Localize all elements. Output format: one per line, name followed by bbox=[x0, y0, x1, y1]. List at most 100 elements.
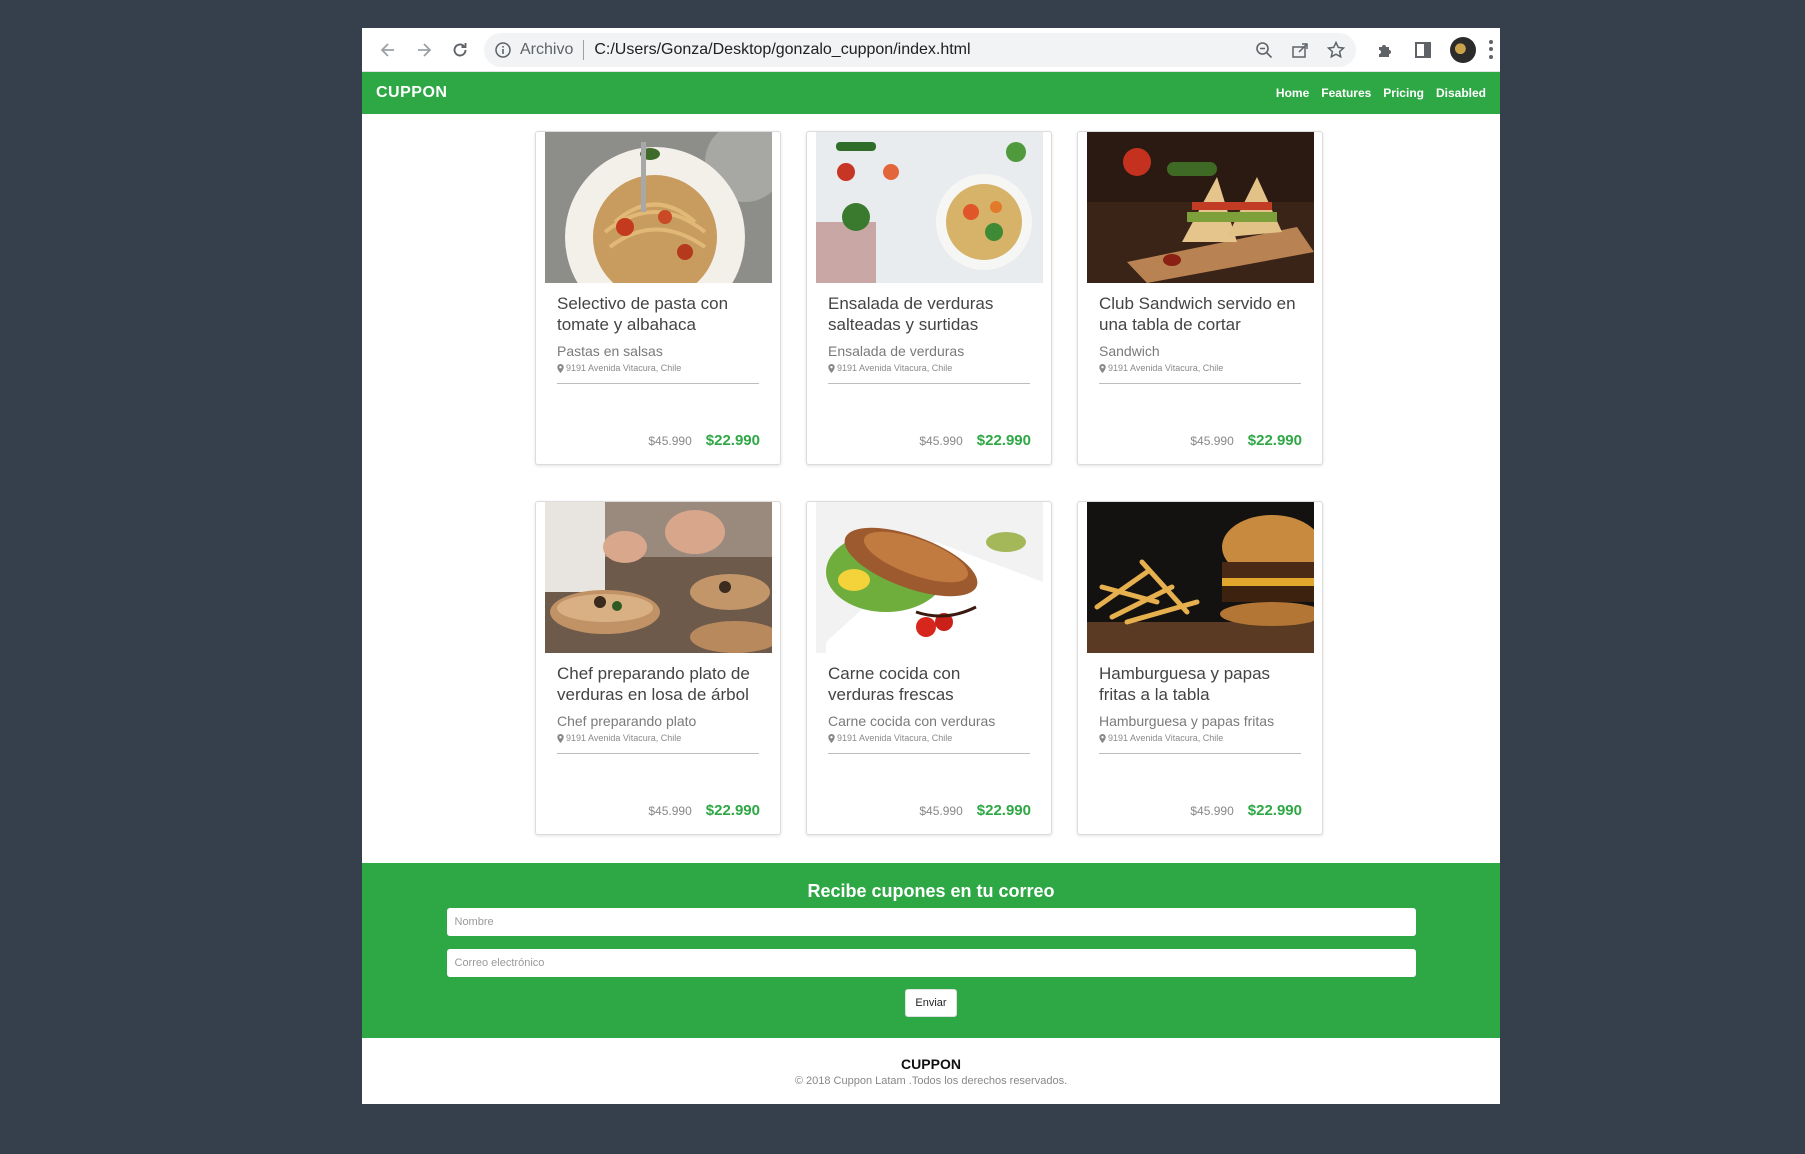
map-pin-icon bbox=[557, 733, 564, 743]
card-title[interactable]: Selectivo de pasta con tomate y albahaca bbox=[557, 293, 759, 337]
card-address: 9191 Avenida Vitacura, Chile bbox=[557, 363, 759, 373]
coupon-card[interactable]: Club Sandwich servido en una tabla de co… bbox=[1077, 131, 1323, 465]
card-subtitle: Sandwich bbox=[1099, 343, 1160, 359]
card-address-text: 9191 Avenida Vitacura, Chile bbox=[837, 733, 953, 743]
nav-link-home[interactable]: Home bbox=[1276, 86, 1309, 100]
card-subtitle: Chef preparando plato bbox=[557, 713, 697, 729]
old-price: $45.990 bbox=[919, 434, 963, 448]
new-price: $22.990 bbox=[1247, 802, 1302, 819]
card-divider bbox=[557, 753, 759, 754]
card-title[interactable]: Hamburguesa y papas fritas a la tabla bbox=[1099, 663, 1301, 707]
map-pin-icon bbox=[1099, 363, 1106, 373]
back-button[interactable] bbox=[376, 38, 400, 62]
newsletter-title: Recibe cupones en tu correo bbox=[807, 881, 1055, 901]
card-divider bbox=[828, 753, 1030, 754]
coupon-card[interactable]: Chef preparando plato de verduras en los… bbox=[535, 501, 781, 835]
card-subtitle: Carne cocida con verduras bbox=[828, 713, 996, 729]
card-address-text: 9191 Avenida Vitacura, Chile bbox=[837, 363, 953, 373]
nav-link-disabled[interactable]: Disabled bbox=[1436, 86, 1486, 100]
scheme-label: Archivo bbox=[520, 40, 574, 58]
salad-photo bbox=[816, 132, 1043, 283]
old-price: $45.990 bbox=[1190, 434, 1234, 448]
submit-button[interactable]: Enviar bbox=[905, 989, 957, 1017]
footer-copyright: © 2018 Cuppon Latam .Todos los derechos … bbox=[794, 1075, 1068, 1087]
new-price: $22.990 bbox=[705, 432, 760, 449]
puzzle-icon bbox=[1379, 44, 1391, 57]
nav-link-features[interactable]: Features bbox=[1321, 86, 1371, 100]
price-row: $45.990 $22.990 bbox=[1190, 432, 1302, 449]
card-address: 9191 Avenida Vitacura, Chile bbox=[1099, 733, 1301, 743]
email-input[interactable] bbox=[446, 949, 1416, 977]
card-title[interactable]: Ensalada de verduras salteadas y surtida… bbox=[828, 293, 1030, 337]
coupon-card[interactable]: Selectivo de pasta con tomate y albahaca… bbox=[535, 131, 781, 465]
card-subtitle: Pastas en salsas bbox=[557, 343, 663, 359]
card-address: 9191 Avenida Vitacura, Chile bbox=[557, 733, 759, 743]
card-address-text: 9191 Avenida Vitacura, Chile bbox=[566, 363, 682, 373]
sandwich-photo bbox=[1087, 132, 1314, 283]
old-price: $45.990 bbox=[648, 434, 692, 448]
pasta-photo bbox=[545, 132, 772, 283]
card-address: 9191 Avenida Vitacura, Chile bbox=[828, 733, 1030, 743]
old-price: $45.990 bbox=[919, 804, 963, 818]
share-icon[interactable] bbox=[1290, 40, 1310, 60]
forward-button[interactable] bbox=[412, 38, 436, 62]
card-address-text: 9191 Avenida Vitacura, Chile bbox=[566, 733, 682, 743]
address-bar[interactable]: Archivo C:/Users/Gonza/Desktop/gonzalo_c… bbox=[484, 32, 1356, 67]
extensions-button[interactable] bbox=[1374, 39, 1396, 61]
new-price: $22.990 bbox=[976, 802, 1031, 819]
arrow-right-icon bbox=[418, 42, 432, 57]
newsletter-section: Recibe cupones en tu correo Enviar bbox=[362, 863, 1500, 1038]
browser-window: Archivo C:/Users/Gonza/Desktop/gonzalo_c… bbox=[362, 28, 1500, 1104]
burger-photo bbox=[1087, 502, 1314, 653]
menu-dot-icon bbox=[1489, 40, 1493, 45]
profile-avatar[interactable] bbox=[1450, 36, 1476, 63]
card-address-text: 9191 Avenida Vitacura, Chile bbox=[1108, 363, 1224, 373]
site-navbar: CUPPON Home Features Pricing Disabled bbox=[362, 72, 1500, 114]
coupon-card[interactable]: Ensalada de verduras salteadas y surtida… bbox=[806, 131, 1052, 465]
old-price: $45.990 bbox=[648, 804, 692, 818]
site-nav: Home Features Pricing Disabled bbox=[1276, 86, 1486, 100]
arrow-left-icon bbox=[380, 42, 394, 57]
card-title[interactable]: Chef preparando plato de verduras en los… bbox=[557, 663, 759, 707]
old-price: $45.990 bbox=[1190, 804, 1234, 818]
card-title[interactable]: Club Sandwich servido en una tabla de co… bbox=[1099, 293, 1301, 337]
browser-toolbar: Archivo C:/Users/Gonza/Desktop/gonzalo_c… bbox=[362, 28, 1500, 72]
price-row: $45.990 $22.990 bbox=[648, 432, 760, 449]
meat-photo bbox=[816, 502, 1043, 653]
side-panel-button[interactable] bbox=[1412, 39, 1434, 61]
price-row: $45.990 $22.990 bbox=[648, 802, 760, 819]
card-subtitle: Hamburguesa y papas fritas bbox=[1099, 713, 1275, 729]
card-divider bbox=[828, 383, 1030, 384]
map-pin-icon bbox=[828, 733, 835, 743]
coupon-card[interactable]: Hamburguesa y papas fritas a la tabla Ha… bbox=[1077, 501, 1323, 835]
side-panel-icon bbox=[1415, 41, 1431, 58]
card-divider bbox=[1099, 383, 1301, 384]
price-row: $45.990 $22.990 bbox=[919, 802, 1031, 819]
price-row: $45.990 $22.990 bbox=[1190, 802, 1302, 819]
coupon-card[interactable]: Carne cocida con verduras frescas Carne … bbox=[806, 501, 1052, 835]
map-pin-icon bbox=[1099, 733, 1106, 743]
card-address: 9191 Avenida Vitacura, Chile bbox=[1099, 363, 1301, 373]
card-divider bbox=[1099, 753, 1301, 754]
footer-brand: CUPPON bbox=[901, 1056, 961, 1072]
map-pin-icon bbox=[828, 363, 835, 373]
map-pin-icon bbox=[557, 363, 564, 373]
price-row: $45.990 $22.990 bbox=[919, 432, 1031, 449]
nav-link-pricing[interactable]: Pricing bbox=[1383, 86, 1424, 100]
card-title[interactable]: Carne cocida con verduras frescas bbox=[828, 663, 1030, 707]
new-price: $22.990 bbox=[976, 432, 1031, 449]
card-address-text: 9191 Avenida Vitacura, Chile bbox=[1108, 733, 1224, 743]
new-price: $22.990 bbox=[1247, 432, 1302, 449]
reload-icon bbox=[453, 42, 467, 56]
site-brand[interactable]: CUPPON bbox=[376, 84, 447, 102]
chef-photo bbox=[545, 502, 772, 653]
url-text[interactable]: C:/Users/Gonza/Desktop/gonzalo_cuppon/in… bbox=[594, 41, 1238, 59]
omnibox-separator bbox=[583, 39, 585, 60]
star-icon[interactable] bbox=[1326, 40, 1346, 60]
browser-menu-button[interactable] bbox=[1484, 39, 1498, 61]
reload-button[interactable] bbox=[448, 38, 472, 62]
info-icon[interactable] bbox=[494, 41, 512, 59]
zoom-icon[interactable] bbox=[1254, 40, 1274, 60]
menu-dot-icon bbox=[1489, 47, 1493, 52]
name-input[interactable] bbox=[446, 908, 1416, 936]
